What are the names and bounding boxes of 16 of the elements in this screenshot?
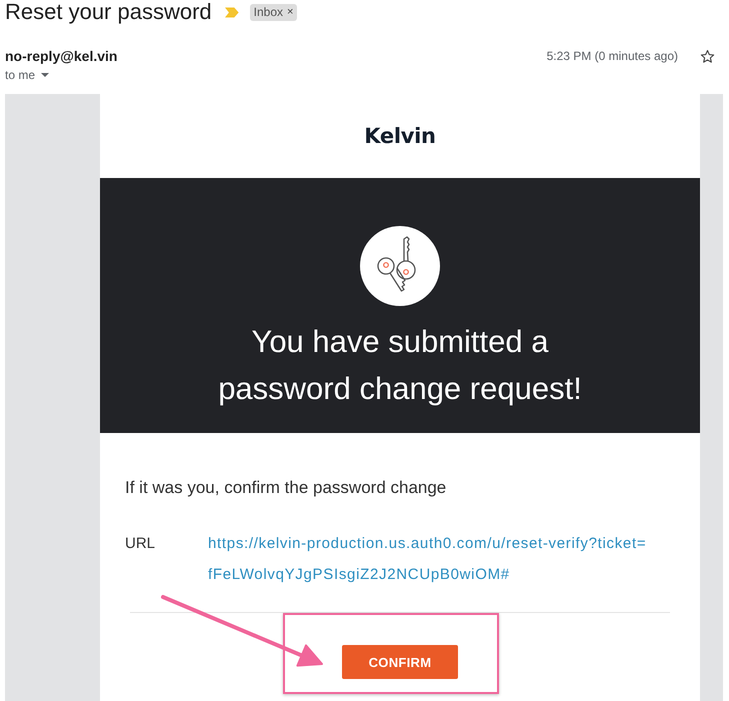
sender-address: no-reply@kel.vin [5, 47, 118, 65]
remove-label-button[interactable]: × [287, 4, 294, 20]
importance-marker-icon[interactable] [224, 6, 239, 18]
brand-logo: Kelvin [364, 123, 436, 149]
star-icon[interactable] [700, 48, 715, 64]
reset-link[interactable]: https://kelvin-production.us.auth0.com/u/reset-verify?ticket=fFeLWolvqYJgPSIsgiZ2J2NCUpB0wiOM# [208, 528, 647, 590]
banner-headline: You have submitted a password change request! [217, 323, 583, 408]
confirm-button[interactable]: CONFIRM [342, 645, 458, 679]
received-time: 5:23 PM (0 minutes ago) [546, 48, 678, 64]
email-subject: Reset your password [5, 0, 212, 24]
keys-icon [360, 226, 440, 306]
url-label: URL [125, 534, 156, 554]
label-text: Inbox [254, 4, 284, 20]
caret-icon[interactable] [41, 73, 50, 77]
recipient-text: to me [5, 67, 36, 83]
confirm-prompt: If it was you, confirm the password change [125, 477, 448, 499]
